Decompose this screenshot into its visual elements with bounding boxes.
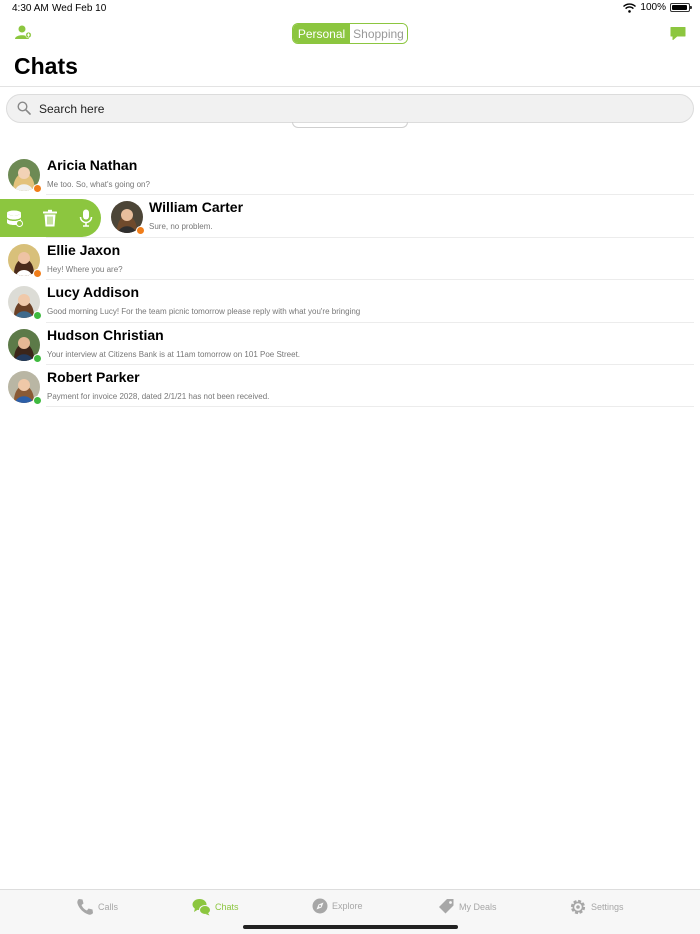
chat-row-ellie-jaxon[interactable]: Ellie Jaxon Hey! Where you are?	[0, 238, 700, 281]
tab-settings[interactable]: Settings	[569, 898, 624, 916]
battery-icon	[670, 3, 692, 12]
tab-label: My Deals	[459, 901, 497, 912]
status-bar: 4:30 AM Wed Feb 10 100%	[0, 0, 700, 18]
segment-shopping[interactable]: Shopping	[350, 24, 407, 43]
status-indicator	[33, 395, 42, 405]
contact-name: Lucy Addison	[47, 284, 140, 301]
tab-calls[interactable]: Calls	[76, 898, 118, 916]
contact-name: Hudson Christian	[47, 326, 164, 343]
wifi-icon	[623, 2, 637, 13]
message-preview: Sure, no problem.	[149, 222, 213, 232]
compass-icon	[312, 898, 328, 914]
status-indicator	[33, 184, 42, 193]
message-preview: Good morning Lucy! For the team picnic t…	[47, 307, 361, 317]
add-contact-icon[interactable]	[14, 24, 32, 40]
title-divider	[0, 86, 700, 87]
account-segmented-control[interactable]: Personal Shopping	[292, 23, 408, 44]
chat-list: Aricia Nathan Me too. So, what's going o…	[0, 153, 700, 408]
search-bar[interactable]: Search here	[6, 94, 694, 123]
tab-label: Explore	[332, 901, 363, 911]
microphone-icon[interactable]	[77, 209, 95, 227]
message-preview: Your interview at Citizens Bank is at 11…	[47, 349, 301, 359]
swipe-actions	[0, 199, 101, 237]
trash-icon[interactable]	[41, 209, 59, 227]
chat-row-robert-parker[interactable]: Robert Parker Payment for invoice 2028, …	[0, 365, 700, 408]
status-indicator	[33, 353, 42, 363]
chat-row-william-carter[interactable]: William Carter Sure, no problem.	[0, 195, 700, 239]
contact-name: Robert Parker	[47, 368, 140, 385]
tag-icon	[439, 899, 454, 914]
tab-label: Calls	[98, 902, 119, 912]
contact-name: Ellie Jaxon	[47, 241, 121, 258]
tab-label: Chats	[215, 902, 239, 912]
search-input[interactable]: Search here	[39, 102, 104, 116]
phone-icon	[77, 899, 93, 915]
message-preview: Me too. So, what's going on?	[47, 180, 150, 189]
message-preview: Payment for invoice 2028, dated 2/1/21 h…	[47, 391, 270, 401]
home-indicator	[243, 925, 458, 929]
new-message-icon[interactable]	[670, 26, 686, 40]
search-icon	[17, 101, 31, 115]
battery-percent: 100%	[640, 2, 666, 13]
chat-bubbles-icon	[192, 899, 211, 916]
tab-my-deals[interactable]: My Deals	[438, 898, 497, 915]
status-indicator	[33, 311, 42, 321]
pull-handle	[292, 122, 408, 128]
tab-label: Settings	[591, 902, 624, 912]
chat-row-lucy-addison[interactable]: Lucy Addison Good morning Lucy! For the …	[0, 280, 700, 323]
tab-explore[interactable]: Explore	[312, 898, 363, 914]
contact-name: Aricia Nathan	[47, 157, 138, 173]
chat-row-aricia-nathan[interactable]: Aricia Nathan Me too. So, what's going o…	[0, 153, 700, 196]
status-time: 4:30 AM	[12, 3, 49, 14]
status-indicator	[33, 268, 42, 278]
message-preview: Hey! Where you are?	[47, 264, 123, 274]
archive-icon[interactable]	[5, 209, 23, 227]
status-indicator	[136, 226, 145, 236]
status-right: 100%	[623, 2, 692, 13]
segment-personal[interactable]: Personal	[293, 24, 350, 43]
contact-name: William Carter	[149, 199, 244, 216]
tab-chats[interactable]: Chats	[192, 898, 239, 916]
chat-row-hudson-christian[interactable]: Hudson Christian Your interview at Citiz…	[0, 323, 700, 366]
gear-icon	[570, 899, 586, 915]
status-date: Wed Feb 10	[52, 3, 107, 14]
page-title: Chats	[14, 53, 78, 79]
